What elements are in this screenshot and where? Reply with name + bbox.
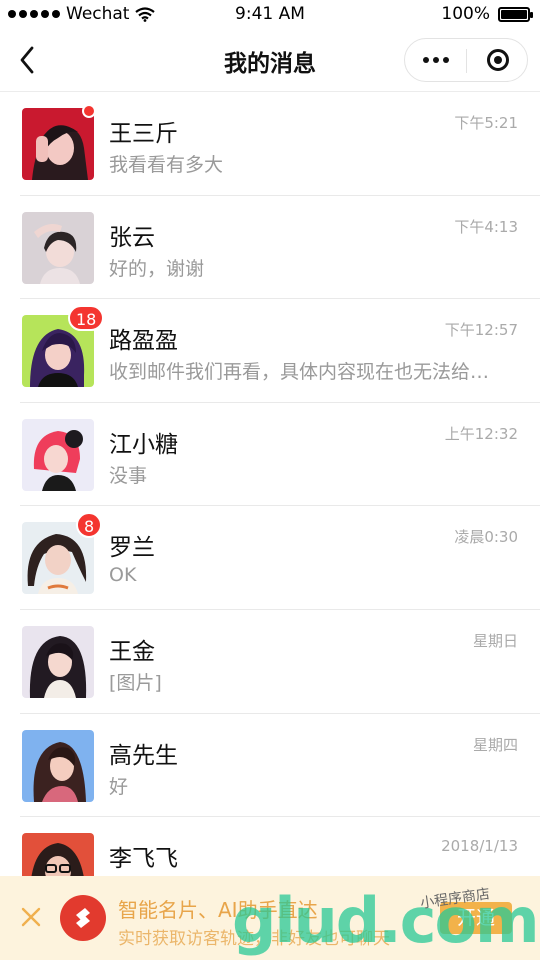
- avatar[interactable]: [22, 108, 94, 180]
- unread-badge: 8: [76, 512, 103, 539]
- avatar[interactable]: [22, 625, 94, 698]
- mini-program-capsule: [404, 38, 528, 82]
- contact-name: 罗兰: [109, 535, 155, 562]
- brand-logo-icon: [60, 895, 106, 941]
- message-item[interactable]: 江小糖 没事 上午12:32: [0, 403, 540, 507]
- contact-name: 高先生: [109, 742, 178, 769]
- message-time: 上午12:32: [444, 424, 518, 443]
- message-preview: 收到邮件我们再看，具体内容现在也无法给…: [109, 361, 490, 384]
- unread-dot: [82, 104, 96, 118]
- close-x-icon: [21, 907, 41, 927]
- status-bar: Wechat 9:41 AM 100%: [0, 0, 540, 30]
- message-item[interactable]: 18 路盈盈 收到邮件我们再看，具体内容现在也无法给… 下午12:57: [0, 299, 540, 403]
- contact-name: 王金: [109, 638, 155, 665]
- contact-name: 王三斤: [109, 121, 178, 147]
- avatar[interactable]: [22, 211, 94, 284]
- status-right: 100%: [441, 4, 533, 24]
- message-time: 星期日: [472, 631, 518, 650]
- battery-percent: 100%: [441, 4, 490, 24]
- message-time: 2018/1/13: [441, 837, 518, 856]
- ad-close-button[interactable]: [18, 904, 44, 930]
- more-dots-icon: [422, 57, 429, 63]
- battery-icon: [498, 6, 533, 22]
- message-item[interactable]: 王三斤 我看看有多大 下午5:21: [0, 92, 540, 196]
- avatar[interactable]: [22, 418, 94, 491]
- message-item[interactable]: 高先生 好 星期四: [0, 714, 540, 818]
- message-item[interactable]: 王金 [图片] 星期日: [0, 610, 540, 714]
- contact-name: 路盈盈: [109, 328, 178, 355]
- message-preview: 没事: [109, 464, 148, 487]
- message-preview: 好的，谢谢: [109, 257, 205, 280]
- contact-name: 李飞飞: [109, 846, 178, 873]
- message-preview: 好: [109, 775, 129, 798]
- message-list: 王三斤 我看看有多大 下午5:21 张云 好的，谢谢 下午4:13 18 路盈盈…: [0, 92, 540, 921]
- unread-badge: 18: [68, 305, 105, 332]
- watermark: glud.com: [232, 884, 540, 957]
- message-item[interactable]: 8 罗兰 OK 凌晨0:30: [0, 506, 540, 610]
- contact-name: 江小糖: [109, 431, 178, 458]
- avatar[interactable]: [22, 729, 94, 802]
- message-item[interactable]: 张云 好的，谢谢 下午4:13: [0, 196, 540, 300]
- message-preview: OK: [109, 564, 137, 587]
- message-time: 凌晨0:30: [454, 528, 518, 547]
- target-close-icon: [486, 49, 509, 71]
- message-time: 下午5:21: [454, 114, 518, 132]
- close-button[interactable]: [467, 39, 528, 81]
- message-preview: 我看看有多大: [109, 154, 224, 176]
- more-button[interactable]: [405, 39, 466, 81]
- contact-name: 张云: [109, 224, 155, 251]
- nav-bar: 我的消息: [0, 30, 540, 92]
- message-time: 下午12:57: [444, 321, 518, 340]
- message-time: 下午4:13: [454, 217, 518, 236]
- message-time: 星期四: [472, 735, 518, 754]
- message-preview: [图片]: [109, 671, 162, 694]
